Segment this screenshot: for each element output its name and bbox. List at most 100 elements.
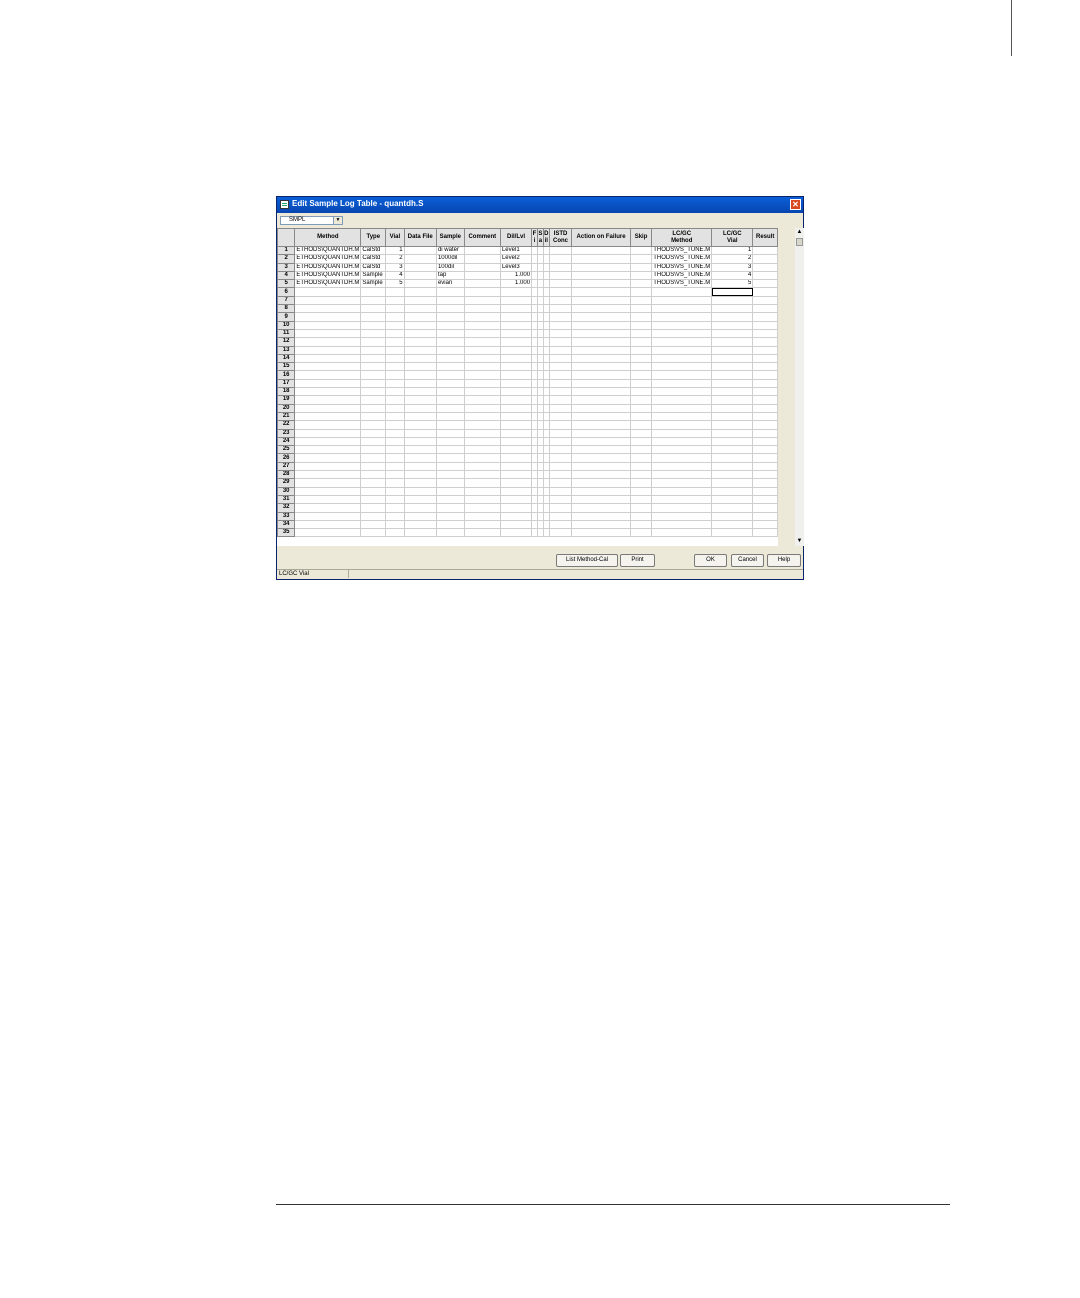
table-cell[interactable]: [435, 453, 465, 463]
table-cell[interactable]: [360, 428, 387, 438]
table-cell[interactable]: [463, 486, 501, 496]
table-cell[interactable]: [752, 494, 778, 505]
table-cell[interactable]: [752, 245, 778, 256]
table-cell[interactable]: [385, 428, 405, 438]
table-cell[interactable]: [360, 461, 387, 472]
table-cell[interactable]: [571, 420, 631, 430]
table-cell[interactable]: [294, 428, 362, 438]
table-cell[interactable]: Sample: [360, 279, 387, 289]
table-cell[interactable]: [403, 478, 437, 488]
table-cell[interactable]: [548, 270, 573, 281]
table-cell[interactable]: [385, 469, 405, 480]
table-cell[interactable]: [651, 469, 713, 480]
row-number[interactable]: 10: [277, 320, 296, 330]
table-cell[interactable]: [651, 304, 713, 314]
table-cell[interactable]: [403, 262, 437, 272]
table-cell[interactable]: [403, 511, 437, 521]
table-cell[interactable]: [294, 378, 362, 389]
table-cell[interactable]: [629, 279, 653, 289]
table-cell[interactable]: [294, 320, 362, 330]
table-cell[interactable]: [294, 287, 362, 297]
table-cell[interactable]: [435, 345, 465, 355]
table-cell[interactable]: [360, 511, 387, 521]
row-number[interactable]: 14: [277, 353, 296, 364]
table-cell[interactable]: [360, 320, 387, 330]
table-cell[interactable]: [435, 469, 465, 480]
table-cell[interactable]: [463, 362, 501, 372]
title-bar[interactable]: Edit Sample Log Table - quantdh.S ✕: [277, 197, 803, 213]
row-number[interactable]: 16: [277, 370, 296, 380]
table-cell[interactable]: [360, 328, 387, 339]
table-cell[interactable]: [711, 428, 754, 438]
table-cell[interactable]: [651, 403, 713, 413]
table-cell[interactable]: [463, 519, 501, 530]
table-cell[interactable]: [548, 362, 573, 372]
table-cell[interactable]: [629, 312, 653, 322]
table-cell[interactable]: [403, 337, 437, 347]
table-cell[interactable]: [752, 328, 778, 339]
table-cell[interactable]: [651, 486, 713, 496]
table-cell[interactable]: [435, 304, 465, 314]
table-cell[interactable]: [499, 511, 533, 521]
table-cell[interactable]: [711, 353, 754, 364]
table-cell[interactable]: [385, 304, 405, 314]
table-cell[interactable]: [711, 362, 754, 372]
row-number[interactable]: 34: [277, 519, 296, 530]
table-cell[interactable]: [499, 453, 533, 463]
table-cell[interactable]: [571, 511, 631, 521]
table-cell[interactable]: [385, 370, 405, 380]
table-cell[interactable]: [385, 528, 405, 538]
table-cell[interactable]: [499, 436, 533, 447]
column-header[interactable]: LC/GC Method: [651, 228, 713, 247]
table-cell[interactable]: [499, 328, 533, 339]
table-cell[interactable]: [752, 270, 778, 281]
table-cell[interactable]: [463, 262, 501, 272]
table-cell[interactable]: [403, 387, 437, 397]
table-cell[interactable]: [360, 312, 387, 322]
table-cell[interactable]: CalStd: [360, 254, 387, 264]
table-cell[interactable]: 5: [385, 279, 405, 289]
row-number[interactable]: 11: [277, 328, 296, 339]
table-cell[interactable]: [463, 270, 501, 281]
row-number[interactable]: 18: [277, 387, 296, 397]
table-cell[interactable]: [548, 353, 573, 364]
table-cell[interactable]: [360, 453, 387, 463]
table-cell[interactable]: [403, 279, 437, 289]
table-cell[interactable]: [629, 478, 653, 488]
table-cell[interactable]: [499, 428, 533, 438]
table-cell[interactable]: [499, 287, 533, 297]
table-cell[interactable]: [571, 270, 631, 281]
table-cell[interactable]: [360, 378, 387, 389]
table-cell[interactable]: [752, 295, 778, 306]
table-cell[interactable]: [385, 345, 405, 355]
table-cell[interactable]: [711, 503, 754, 513]
table-cell[interactable]: [571, 395, 631, 405]
table-cell[interactable]: [435, 337, 465, 347]
table-cell[interactable]: [463, 295, 501, 306]
table-cell[interactable]: [294, 353, 362, 364]
table-cell[interactable]: [360, 503, 387, 513]
table-cell[interactable]: [571, 295, 631, 306]
table-cell[interactable]: [651, 295, 713, 306]
table-cell[interactable]: [435, 494, 465, 505]
table-cell[interactable]: [571, 328, 631, 339]
table-cell[interactable]: [463, 312, 501, 322]
table-cell[interactable]: [435, 287, 465, 297]
table-cell[interactable]: [403, 411, 437, 422]
table-cell[interactable]: tap: [435, 270, 465, 281]
table-cell[interactable]: [571, 411, 631, 422]
table-cell[interactable]: [651, 387, 713, 397]
table-cell[interactable]: [435, 519, 465, 530]
scroll-down-icon[interactable]: ▼: [795, 537, 804, 546]
table-cell[interactable]: [403, 486, 437, 496]
table-cell[interactable]: [548, 511, 573, 521]
table-cell[interactable]: [548, 503, 573, 513]
table-cell[interactable]: [435, 486, 465, 496]
column-header[interactable]: Action on Failure: [571, 228, 631, 247]
table-cell[interactable]: [385, 378, 405, 389]
table-cell[interactable]: [403, 494, 437, 505]
scroll-thumb[interactable]: [796, 238, 803, 246]
table-cell[interactable]: [548, 320, 573, 330]
ok-button[interactable]: OK: [694, 554, 727, 567]
table-cell[interactable]: [571, 304, 631, 314]
